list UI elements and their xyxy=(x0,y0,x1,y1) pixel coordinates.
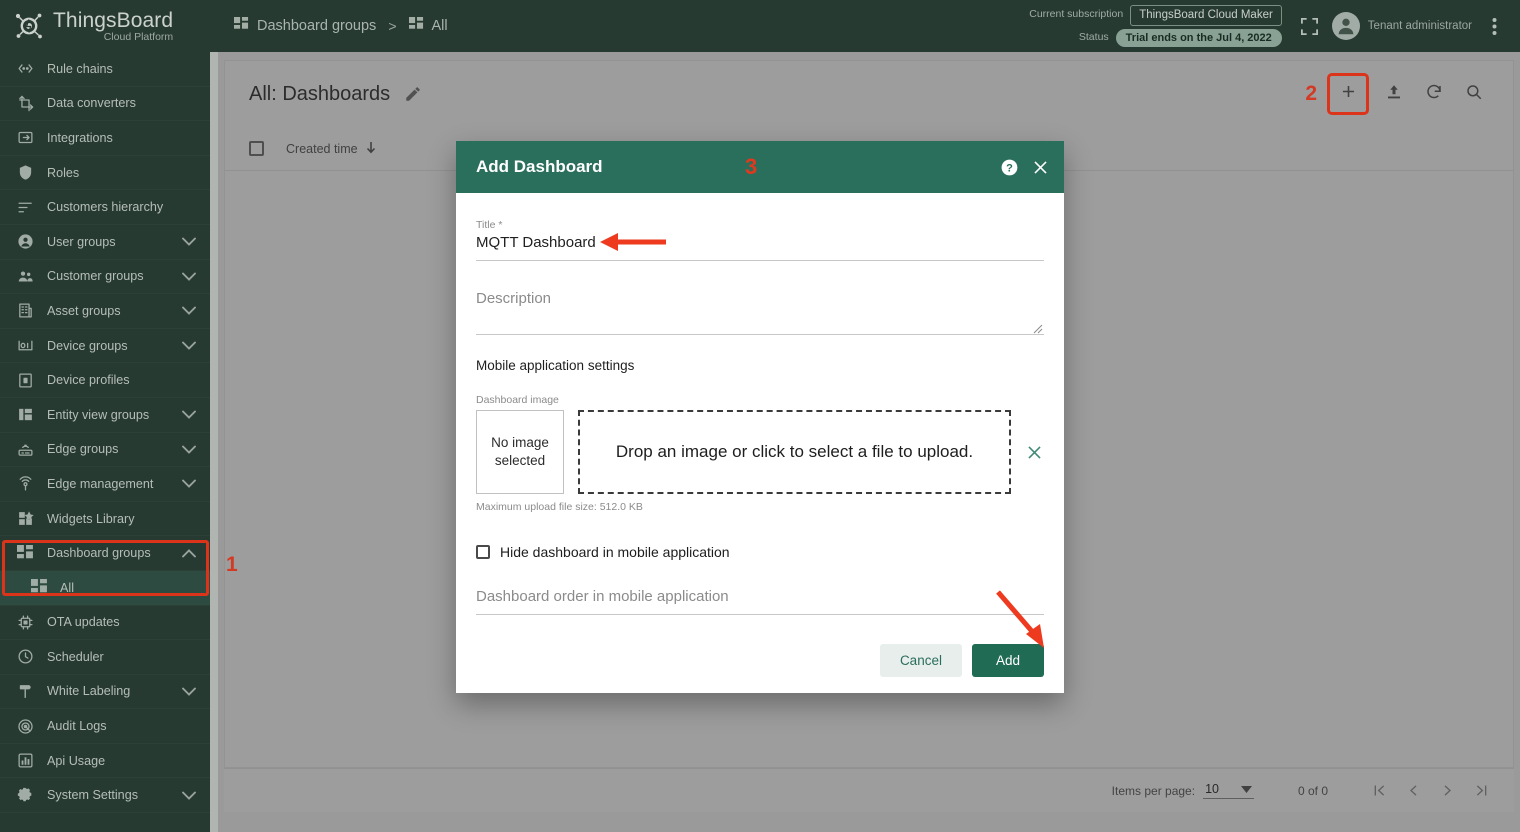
dashboard-image-label: Dashboard image xyxy=(476,394,559,406)
add-button[interactable]: Add xyxy=(971,643,1044,677)
title-field-label: Title * xyxy=(476,219,503,231)
dashboard-image-row: No image selected Drop an image or click … xyxy=(476,410,1044,494)
dialog-title: Add Dashboard xyxy=(476,157,603,176)
order-field-underline xyxy=(476,614,1044,615)
dialog-header: Add Dashboard 3 ? xyxy=(456,141,1064,193)
hide-dashboard-label: Hide dashboard in mobile application xyxy=(500,544,730,560)
close-icon[interactable] xyxy=(1031,158,1050,177)
cancel-button[interactable]: Cancel xyxy=(879,643,962,677)
hide-dashboard-checkbox[interactable] xyxy=(476,545,490,559)
dashboard-order-input[interactable]: Dashboard order in mobile application xyxy=(476,588,1044,614)
textarea-resize-handle-icon[interactable] xyxy=(1033,321,1043,334)
title-field-group: Title * MQTT Dashboard xyxy=(476,219,1044,261)
annotation-3: 3 xyxy=(745,154,758,179)
description-field-underline xyxy=(476,334,1044,335)
description-input[interactable]: Description xyxy=(476,290,1044,307)
svg-text:?: ? xyxy=(1006,162,1013,174)
dialog-footer: Cancel Add xyxy=(456,627,1064,693)
add-dashboard-dialog: Add Dashboard 3 ? Title * MQTT Dashboard… xyxy=(456,141,1064,693)
dropzone-text: Drop an image or click to select a file … xyxy=(615,442,974,461)
mobile-settings-title: Mobile application settings xyxy=(476,358,635,373)
clear-image-button[interactable] xyxy=(1025,443,1044,462)
no-image-text: No image selected xyxy=(491,435,549,468)
help-circle-icon[interactable]: ? xyxy=(1000,158,1019,177)
title-input[interactable]: MQTT Dashboard xyxy=(476,234,1044,260)
image-dropzone[interactable]: Drop an image or click to select a file … xyxy=(578,410,1011,494)
order-field-group: Dashboard order in mobile application xyxy=(476,588,1044,615)
no-image-preview: No image selected xyxy=(476,410,564,494)
max-upload-size-text: Maximum upload file size: 512.0 KB xyxy=(476,501,643,513)
description-field-group: Description xyxy=(476,290,1044,335)
hide-dashboard-checkbox-row[interactable]: Hide dashboard in mobile application xyxy=(476,544,1044,560)
dialog-body: Title * MQTT Dashboard Description Mobil… xyxy=(456,193,1064,627)
title-field-underline xyxy=(476,260,1044,261)
